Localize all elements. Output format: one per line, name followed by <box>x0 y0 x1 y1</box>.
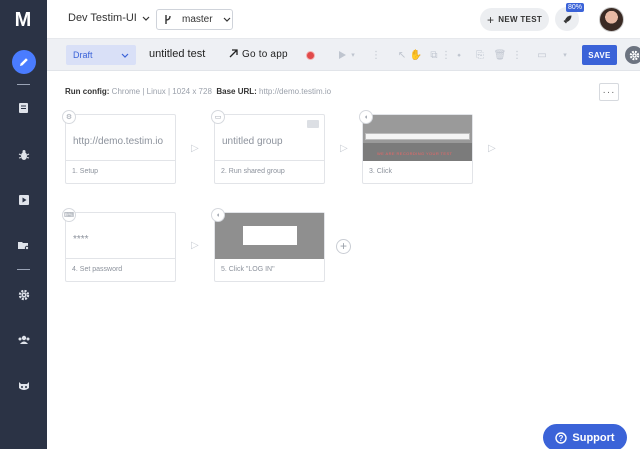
save-button[interactable]: SAVE <box>582 45 617 65</box>
avatar[interactable] <box>599 7 624 32</box>
folder-gear-icon <box>18 242 30 251</box>
step-text: http://demo.testim.io <box>73 136 164 147</box>
new-test-button[interactable]: + NEW TEST <box>480 8 549 31</box>
more-vertical-icon[interactable]: ⋮ <box>510 48 524 62</box>
duplicate-icon[interactable]: ⎘ <box>473 48 487 62</box>
test-settings-button[interactable] <box>625 46 640 64</box>
sidebar-divider <box>17 84 30 85</box>
testim-logo[interactable]: M <box>11 9 35 31</box>
project-selector[interactable]: Dev Testim-UI <box>68 12 150 24</box>
step-card[interactable]: untitled group 2. Run shared group <box>214 114 325 184</box>
run-config-value: Chrome | Linux | 1024 x 728 <box>111 87 212 96</box>
sidebar-item-tests[interactable] <box>0 94 47 122</box>
sidebar-item-runs[interactable] <box>0 186 47 214</box>
bug-icon <box>18 150 29 160</box>
mask-icon <box>18 382 29 390</box>
mouse-icon: ◖ <box>211 208 225 222</box>
branch-icon <box>165 15 171 24</box>
setup-icon: ⚙ <box>62 110 76 124</box>
rocket-icon <box>563 15 571 23</box>
quota-badge: 80% <box>566 3 585 12</box>
status-label: Draft <box>73 50 93 60</box>
branch-name: master <box>182 14 213 25</box>
resolution-icon[interactable]: ▭ <box>535 48 549 62</box>
hand-icon[interactable]: ✋ <box>409 48 423 62</box>
base-url-value: http://demo.testim.io <box>259 87 332 96</box>
help-icon: ? <box>555 431 568 444</box>
new-test-label: NEW TEST <box>498 15 543 24</box>
support-label: Support <box>572 431 615 444</box>
users-icon <box>18 335 29 344</box>
play-icon <box>18 195 29 205</box>
mouse-icon: ◖ <box>359 110 373 124</box>
step-arrow-icon: ▷ <box>191 143 199 154</box>
chevron-down-icon <box>121 53 129 58</box>
gear-icon <box>629 50 639 60</box>
folder-icon: ▭ <box>211 110 225 124</box>
sidebar: M <box>0 0 47 449</box>
editor-toolbar: Draft untitled test Go to app ▾ ⋮ ↖ ✋ ⧉ … <box>47 39 640 71</box>
keyboard-icon: ⌨ <box>62 208 76 222</box>
sidebar-item-edit[interactable] <box>12 50 36 74</box>
branch-selector[interactable]: master <box>156 9 233 30</box>
step-label: 4. Set password <box>72 266 123 273</box>
pencil-icon <box>20 58 28 66</box>
support-button[interactable]: ? Support <box>543 424 627 449</box>
project-name: Dev Testim-UI <box>68 12 137 24</box>
step-label: 1. Setup <box>72 168 99 175</box>
external-arrow-icon <box>229 49 238 58</box>
shared-group-icon <box>307 120 319 128</box>
chevron-down-icon <box>223 17 230 22</box>
add-step-button[interactable]: + <box>336 239 351 254</box>
step-text: untitled group <box>222 136 283 147</box>
testim-editor: M Dev Testim-UI master + NEW TEST 80% Dr… <box>0 0 640 449</box>
step-arrow-icon: ▷ <box>488 143 496 154</box>
record-button[interactable] <box>306 51 315 60</box>
run-config[interactable]: Run config: Chrome | Linux | 1024 x 728 … <box>65 87 331 96</box>
sidebar-item-team[interactable] <box>0 326 47 354</box>
step-label: 2. Run shared group <box>221 168 285 175</box>
step-label: 3. Click <box>369 168 392 175</box>
step-text: **** <box>73 234 89 245</box>
go-to-app-link[interactable]: Go to app <box>229 49 288 60</box>
step-label: 5. Click "LOG IN" <box>221 266 275 273</box>
cursor-icon[interactable]: ↖ <box>395 48 409 62</box>
status-dropdown[interactable]: Draft <box>66 45 136 65</box>
sidebar-item-settings[interactable] <box>0 281 47 309</box>
sidebar-item-extension[interactable] <box>0 372 47 400</box>
step-arrow-icon: ▷ <box>340 143 348 154</box>
document-icon <box>19 103 28 113</box>
sidebar-item-suites[interactable] <box>0 231 47 259</box>
step-arrow-icon: ▷ <box>191 240 199 251</box>
gear-icon <box>18 289 29 301</box>
step-card[interactable]: WE ARE RECORDING YOUR TEST 3. Click <box>362 114 473 184</box>
step-screenshot <box>215 213 324 259</box>
step-card[interactable]: **** 4. Set password <box>65 212 176 282</box>
resolution-options-icon[interactable]: ▾ <box>558 48 572 62</box>
go-to-app-label: Go to app <box>242 49 288 60</box>
trash-icon[interactable]: 🗑 <box>493 48 507 62</box>
more-options-button[interactable]: ··· <box>599 83 619 101</box>
svg-text:?: ? <box>559 434 564 443</box>
more-vertical-icon[interactable]: ⋮ <box>439 48 453 62</box>
test-name[interactable]: untitled test <box>149 48 205 60</box>
step-card[interactable]: 5. Click "LOG IN" <box>214 212 325 282</box>
top-bar: Dev Testim-UI master + NEW TEST 80% <box>47 0 640 39</box>
step-card[interactable]: http://demo.testim.io 1. Setup <box>65 114 176 184</box>
more-vertical-icon[interactable]: ⋮ <box>369 48 383 62</box>
sidebar-divider <box>17 269 30 270</box>
step-screenshot: WE ARE RECORDING YOUR TEST <box>363 115 472 161</box>
tag-icon[interactable]: ⬩ <box>452 48 466 62</box>
sidebar-item-bugs[interactable] <box>0 141 47 169</box>
plus-icon: + <box>486 12 495 27</box>
play-options-icon[interactable]: ▾ <box>346 48 360 62</box>
chevron-down-icon <box>142 16 150 21</box>
